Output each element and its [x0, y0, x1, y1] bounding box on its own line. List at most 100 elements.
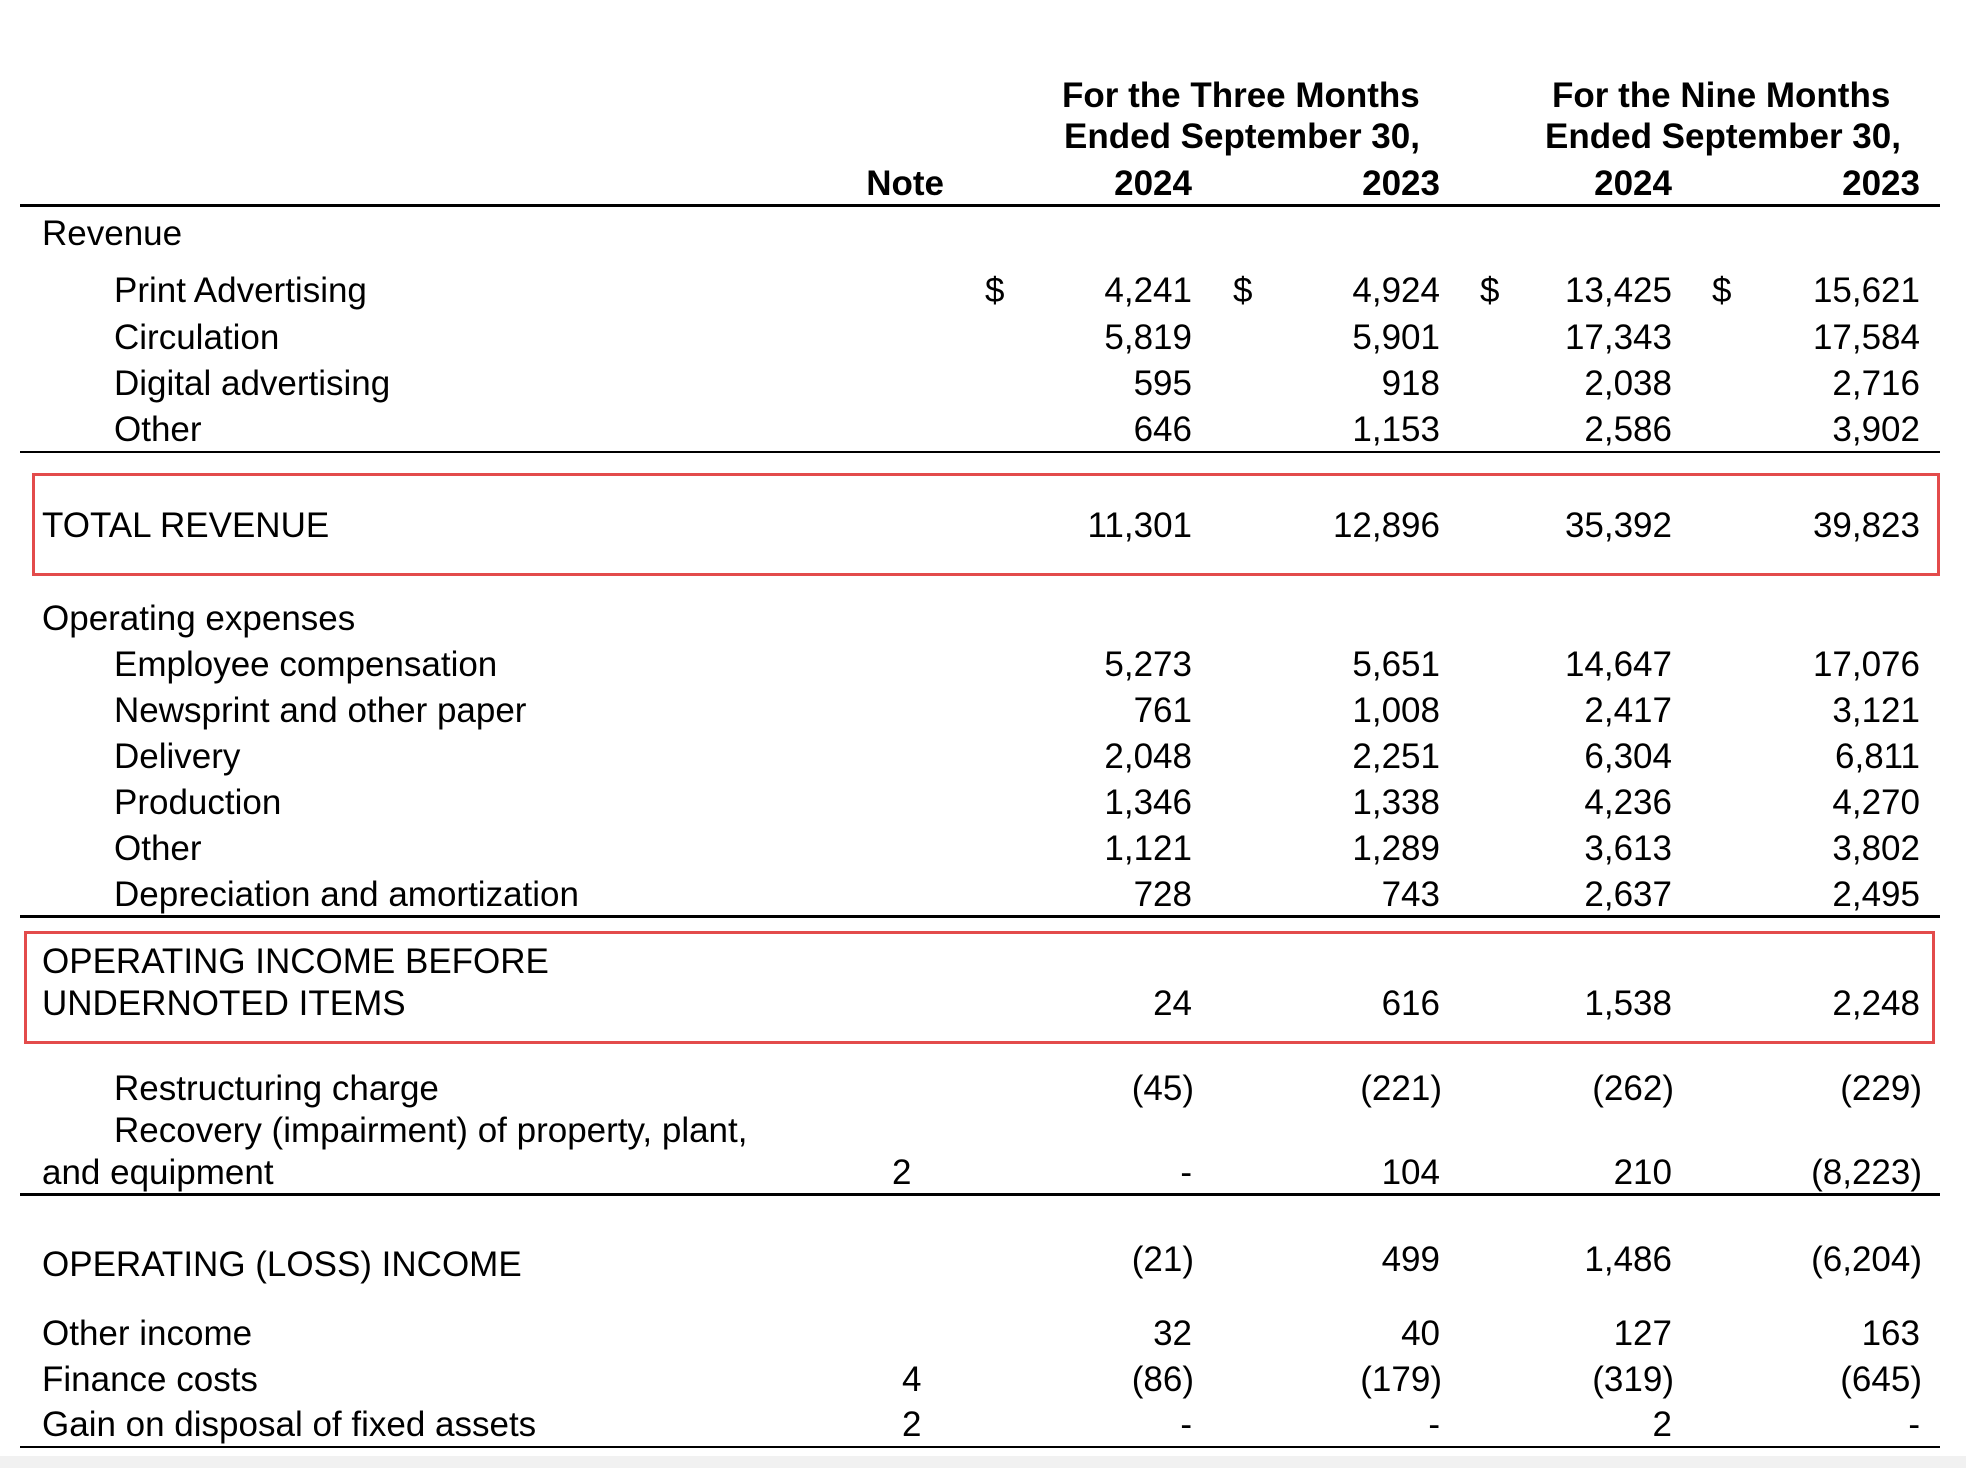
cell-value: (645): [1840, 1360, 1922, 1399]
cell-value: (179): [1360, 1360, 1442, 1399]
row-label-other-revenue: Other: [114, 410, 202, 449]
expenses-subtotal-rule: [20, 915, 1940, 918]
cell-value: 17,584: [1812, 318, 1920, 357]
cell-value: 1,008: [1352, 691, 1440, 730]
note-ref: 2: [892, 1153, 912, 1192]
bottom-rule: [20, 1446, 1940, 1448]
cell-value: 2,495: [1832, 875, 1920, 914]
operating-loss-income-label: OPERATING (LOSS) INCOME: [42, 1245, 522, 1284]
cell-value: 163: [1861, 1314, 1920, 1353]
cell-value: 2,637: [1584, 875, 1672, 914]
year-header-9m-2024: 2024: [1594, 164, 1672, 203]
cell-value: 646: [1133, 410, 1192, 449]
cell-value: -: [1908, 1405, 1920, 1444]
cell-value: 1,346: [1104, 783, 1192, 822]
cell-value: 595: [1133, 364, 1192, 403]
cell-value: 728: [1133, 875, 1192, 914]
cell-value: 3,121: [1832, 691, 1920, 730]
note-ref: 4: [902, 1360, 922, 1399]
cell-value: 1,486: [1584, 1240, 1672, 1279]
cell-value: 4,924: [1352, 271, 1440, 310]
cell-value: (229): [1840, 1069, 1922, 1108]
cell-value: 5,273: [1104, 645, 1192, 684]
row-label-print-advertising: Print Advertising: [114, 271, 367, 310]
row-label-gain-disposal: Gain on disposal of fixed assets: [42, 1405, 537, 1444]
cell-value: 6,304: [1584, 737, 1672, 776]
nine-months-header-line2: Ended September 30,: [1545, 117, 1901, 156]
cell-value: 2,716: [1832, 364, 1920, 403]
total-revenue-label: TOTAL REVENUE: [42, 506, 330, 545]
cell-value: 2: [1652, 1405, 1672, 1444]
cell-value: 2,417: [1584, 691, 1672, 730]
cell-value: 2,586: [1584, 410, 1672, 449]
cell-value: 918: [1381, 364, 1440, 403]
cell-value: (8,223): [1811, 1153, 1922, 1192]
nine-months-header-line1: For the Nine Months: [1552, 76, 1891, 115]
cell-value: (45): [1131, 1069, 1194, 1108]
revenue-section-label: Revenue: [42, 214, 183, 253]
operating-income-before-label-line2: UNDERNOTED ITEMS: [42, 984, 406, 1023]
cell-value: (6,204): [1811, 1240, 1922, 1279]
cell-value: (319): [1592, 1360, 1674, 1399]
undernoted-items-rule: [20, 1193, 1940, 1196]
row-label-newsprint: Newsprint and other paper: [114, 691, 527, 730]
cell-value: 5,819: [1104, 318, 1192, 357]
page-bottom-edge: [0, 1456, 1966, 1468]
revenue-subtotal-rule: [20, 451, 1940, 453]
three-months-header-line2: Ended September 30,: [1064, 117, 1420, 156]
header-rule: [20, 204, 1940, 207]
cell-value: (262): [1592, 1069, 1674, 1108]
operating-income-before-label-line1: OPERATING INCOME BEFORE: [42, 942, 549, 981]
row-label-delivery: Delivery: [114, 737, 241, 776]
row-label-finance-costs: Finance costs: [42, 1360, 258, 1399]
cell-value: 5,651: [1352, 645, 1440, 684]
row-label-other-expenses: Other: [114, 829, 202, 868]
year-header-3m-2024: 2024: [1114, 164, 1192, 203]
cell-value: 3,802: [1832, 829, 1920, 868]
note-ref: 2: [902, 1405, 922, 1444]
cell-value: 1,289: [1352, 829, 1440, 868]
cell-value: (21): [1131, 1240, 1194, 1279]
cell-value: 1,338: [1352, 783, 1440, 822]
cell-value: 12,896: [1332, 506, 1440, 545]
cell-value: 17,343: [1564, 318, 1672, 357]
cell-value: 5,901: [1352, 318, 1440, 357]
year-header-3m-2023: 2023: [1362, 164, 1440, 203]
row-label-restructuring: Restructuring charge: [114, 1069, 439, 1108]
cell-value: 13,425: [1564, 271, 1672, 310]
cell-value: 1,153: [1352, 410, 1440, 449]
row-label-employee-compensation: Employee compensation: [114, 645, 498, 684]
cell-value: 14,647: [1564, 645, 1672, 684]
cell-value: 6,811: [1835, 737, 1920, 776]
cell-value: 32: [1153, 1314, 1192, 1353]
row-label-circulation: Circulation: [114, 318, 280, 357]
cell-value: 3,613: [1584, 829, 1672, 868]
row-label-other-income: Other income: [42, 1314, 253, 1353]
cell-value: 40: [1401, 1314, 1440, 1353]
cell-value: 3,902: [1832, 410, 1920, 449]
cell-value: 2,248: [1832, 984, 1920, 1023]
cell-value: -: [1180, 1153, 1192, 1192]
cell-value: 35,392: [1564, 506, 1672, 545]
operating-expenses-section-label: Operating expenses: [42, 599, 356, 638]
cell-value: 17,076: [1812, 645, 1920, 684]
cell-value: 24: [1153, 984, 1192, 1023]
cell-value: 4,270: [1832, 783, 1920, 822]
row-label-recovery-line1: Recovery (impairment) of property, plant…: [114, 1111, 748, 1150]
cell-value: (221): [1360, 1069, 1442, 1108]
cell-value: 499: [1381, 1240, 1440, 1279]
note-column-header: Note: [866, 164, 944, 203]
row-label-recovery-line2: and equipment: [42, 1153, 274, 1192]
row-label-production: Production: [114, 783, 282, 822]
cell-value: 761: [1133, 691, 1192, 730]
cell-value: 11,301: [1087, 506, 1192, 545]
cell-value: 2,048: [1104, 737, 1192, 776]
year-header-9m-2023: 2023: [1842, 164, 1920, 203]
cell-value: 1,121: [1104, 829, 1192, 868]
cell-value: -: [1180, 1405, 1192, 1444]
three-months-header-line1: For the Three Months: [1062, 76, 1420, 115]
cell-value: 616: [1381, 984, 1440, 1023]
cell-value: 15,621: [1812, 271, 1920, 310]
cell-value: 2,038: [1584, 364, 1672, 403]
cell-value: (86): [1131, 1360, 1194, 1399]
